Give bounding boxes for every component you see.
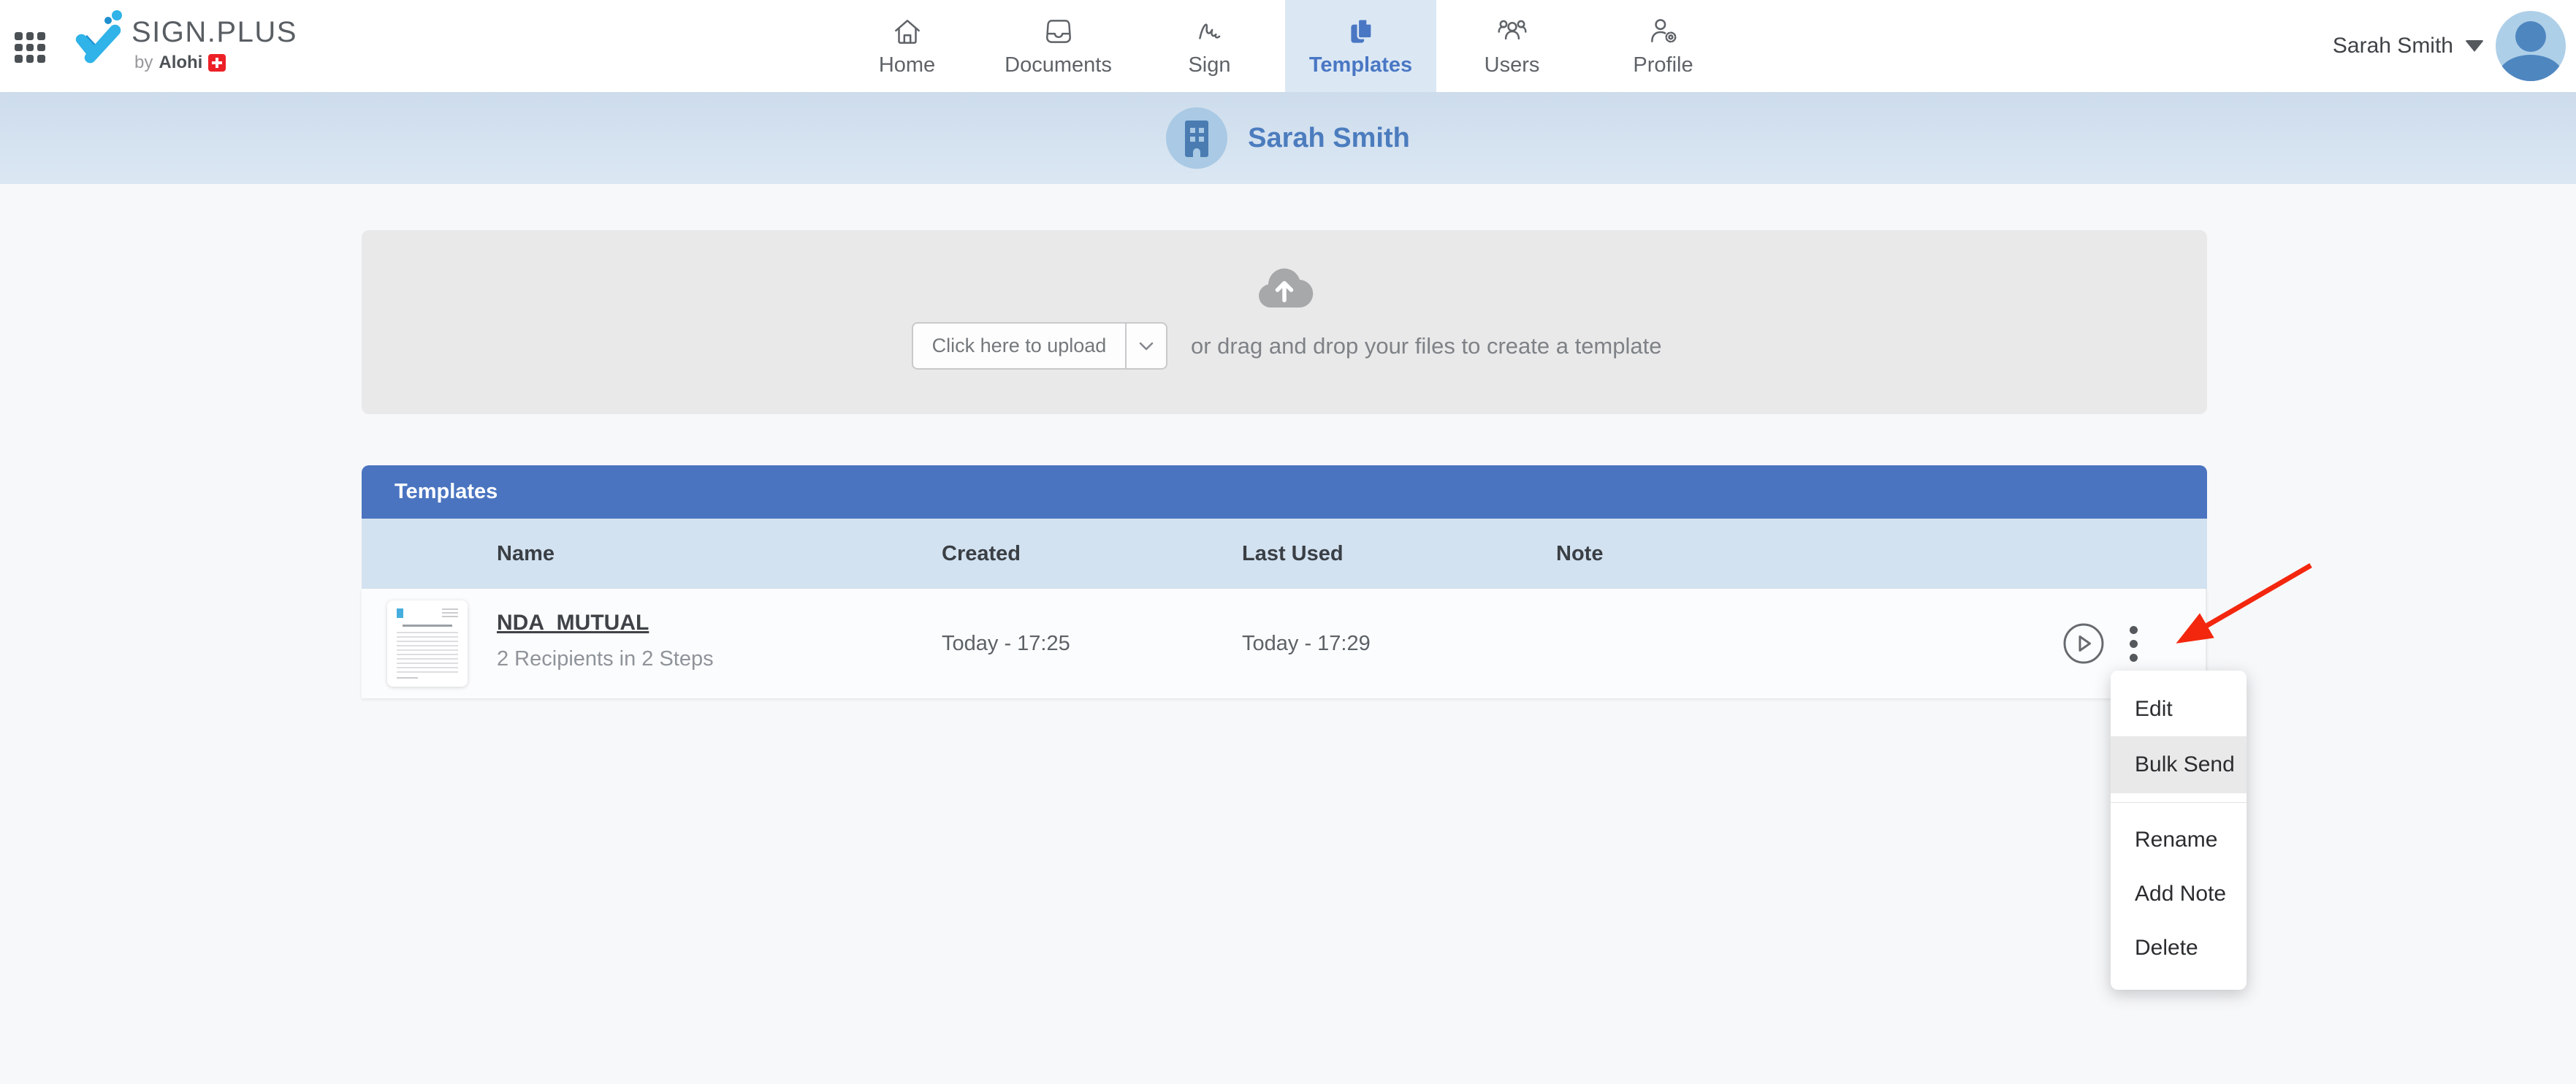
nav-tab-templates[interactable]: Templates [1285,0,1436,92]
last-used-timestamp: Today - 17:29 [1242,631,1371,655]
table-row: NDA_MUTUAL 2 Recipients in 2 Steps Today… [362,589,2207,698]
documents-icon [1045,20,1071,43]
table-header-row: Name Created Last Used Note [362,519,2207,589]
template-name-link[interactable]: NDA_MUTUAL [497,611,714,635]
templates-icon [1350,18,1373,43]
nav-tab-users[interactable]: Users [1436,0,1588,92]
nav-tab-profile[interactable]: Profile [1588,0,1739,92]
panel-title: Templates [395,480,498,503]
account-banner: Sarah Smith [0,92,2576,184]
created-timestamp: Today - 17:25 [942,631,1070,655]
signplus-app: SIGN.PLUS by Alohi Home Documents Sign T… [0,0,2576,1084]
brand-logo[interactable]: SIGN.PLUS by Alohi [64,9,297,75]
menu-item-bulk-send[interactable]: Bulk Send [2111,736,2247,793]
byline-company: Alohi [159,53,203,72]
brand-checkmark-icon [64,9,127,75]
top-navigation-bar: SIGN.PLUS by Alohi Home Documents Sign T… [0,0,2576,92]
column-header-last-used: Last Used [1242,541,1344,565]
nav-label: Documents [1005,53,1112,77]
upload-cloud-icon [1251,261,1317,317]
chevron-down-icon [1139,342,1154,350]
account-name: Sarah Smith [1248,122,1410,153]
nav-label: Home [878,53,936,77]
nav-tab-documents[interactable]: Documents [983,0,1134,92]
nav-label: Profile [1633,53,1693,77]
nav-label: Sign [1188,53,1231,77]
menu-item-delete[interactable]: Delete [2111,921,2247,975]
menu-item-rename[interactable]: Rename [2111,813,2247,867]
chevron-down-icon [2465,40,2484,52]
column-header-note: Note [1556,541,1604,565]
app-launcher-grid-icon[interactable] [15,32,45,63]
upload-dropzone[interactable]: Click here to upload or drag and drop yo… [362,230,2207,414]
user-avatar[interactable] [2496,11,2566,81]
template-thumbnail[interactable] [387,600,468,687]
upload-options-chevron[interactable] [1125,324,1166,368]
upload-button-label[interactable]: Click here to upload [913,324,1125,368]
menu-divider [2111,802,2247,803]
menu-item-add-note[interactable]: Add Note [2111,867,2247,921]
byline-prefix: by [134,53,153,72]
profile-icon [1650,19,1676,43]
play-icon [2063,623,2104,664]
row-context-menu: Edit Bulk Send Rename Add Note Delete [2111,671,2247,990]
upload-hint-text: or drag and drop your files to create a … [1191,332,1662,359]
main-nav: Home Documents Sign Templates Users Prof… [831,0,1739,92]
organization-icon [1166,107,1228,169]
run-template-button[interactable] [2062,622,2105,665]
home-icon [894,20,920,44]
nav-label: Users [1484,53,1540,77]
menu-item-edit[interactable]: Edit [2111,682,2247,736]
nav-tab-sign[interactable]: Sign [1134,0,1285,92]
row-more-options-button[interactable] [2119,619,2148,668]
sign-signature-icon [1198,23,1220,39]
upload-split-button[interactable]: Click here to upload [912,322,1167,370]
template-recipients-info: 2 Recipients in 2 Steps [497,647,714,671]
swiss-flag-icon [208,54,226,72]
column-header-name: Name [497,541,555,565]
brand-name: SIGN.PLUS [132,16,297,48]
nav-label: Templates [1308,53,1413,77]
user-account-menu[interactable]: Sarah Smith [2333,0,2569,92]
nav-tab-home[interactable]: Home [831,0,983,92]
user-name: Sarah Smith [2332,34,2453,58]
users-icon [1497,20,1527,40]
column-header-created: Created [942,541,1021,565]
templates-panel: Templates Name Created Last Used Note ND… [362,465,2207,698]
